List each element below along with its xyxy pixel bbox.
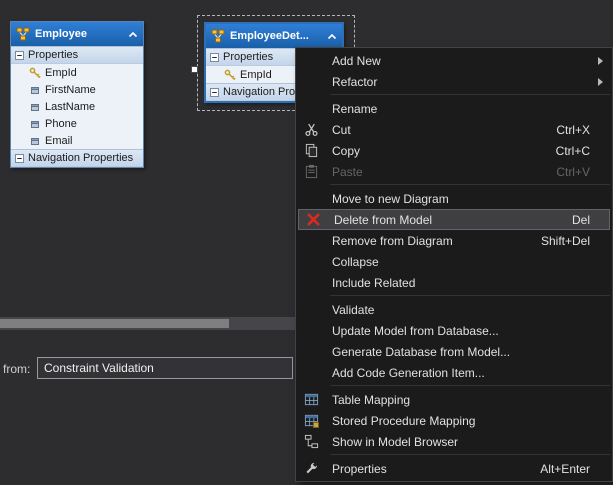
menu-item-table-mapping[interactable]: Table Mapping xyxy=(296,389,612,410)
section-row-properties[interactable]: Properties xyxy=(11,46,143,64)
menu-item-update-model-from-database[interactable]: Update Model from Database... xyxy=(296,320,612,341)
property-name: Phone xyxy=(45,118,77,130)
table-mapping-icon xyxy=(296,392,326,407)
menu-item-add-new[interactable]: Add New xyxy=(296,50,612,71)
collapse-minus-icon[interactable] xyxy=(15,51,24,60)
section-label: Properties xyxy=(223,51,273,63)
entity-type-icon xyxy=(16,27,30,41)
menu-separator xyxy=(330,454,610,455)
property-row-firstname[interactable]: FirstName xyxy=(11,81,143,98)
menu-item-generate-database-from-model[interactable]: Generate Database from Model... xyxy=(296,341,612,362)
copy-icon xyxy=(296,143,326,158)
menu-item-validate[interactable]: Validate xyxy=(296,299,612,320)
scrollbar-thumb[interactable] xyxy=(0,319,229,328)
selection-resize-handle[interactable] xyxy=(191,66,198,73)
menu-item-stored-procedure-mapping[interactable]: Stored Procedure Mapping xyxy=(296,410,612,431)
menu-item-include-related[interactable]: Include Related xyxy=(296,272,612,293)
menu-item-delete-from-model[interactable]: Delete from Model Del xyxy=(298,209,610,230)
stored-procedure-mapping-icon xyxy=(296,413,326,428)
property-row-phone[interactable]: Phone xyxy=(11,115,143,132)
entity-title: Employee xyxy=(35,28,123,40)
property-row-empid[interactable]: EmpId xyxy=(11,64,143,81)
section-row-navigation-properties[interactable]: Navigation Properties xyxy=(11,149,143,167)
menu-item-move-to-new-diagram[interactable]: Move to new Diagram xyxy=(296,188,612,209)
menu-item-properties[interactable]: Properties Alt+Enter xyxy=(296,458,612,479)
delete-red-x-icon xyxy=(298,212,328,227)
collapse-minus-icon[interactable] xyxy=(210,88,219,97)
menu-item-copy[interactable]: Copy Ctrl+C xyxy=(296,140,612,161)
property-icon xyxy=(29,135,41,147)
menu-item-remove-from-diagram[interactable]: Remove from Diagram Shift+Del xyxy=(296,230,612,251)
menu-separator xyxy=(330,385,610,386)
section-label: Navigation Properties xyxy=(28,152,133,164)
menu-separator xyxy=(330,295,610,296)
collapse-chevron-up-icon[interactable] xyxy=(327,33,337,40)
diagram-canvas[interactable]: Employee Properties EmpId FirstName Last… xyxy=(0,0,613,485)
paste-icon xyxy=(296,164,326,179)
constraint-validation-combobox[interactable]: Constraint Validation xyxy=(37,357,293,379)
from-label: from: xyxy=(3,362,30,376)
menu-item-cut[interactable]: Cut Ctrl+X xyxy=(296,119,612,140)
context-menu: Add New Refactor Rename Cut Ctrl+X Copy … xyxy=(295,47,613,482)
entity-employeedet-header[interactable]: EmployeeDet... xyxy=(206,24,342,48)
entity-employee-header[interactable]: Employee xyxy=(11,22,143,46)
menu-item-add-code-generation-item[interactable]: Add Code Generation Item... xyxy=(296,362,612,383)
collapse-minus-icon[interactable] xyxy=(210,53,219,62)
menu-item-refactor[interactable]: Refactor xyxy=(296,71,612,92)
menu-item-paste[interactable]: Paste Ctrl+V xyxy=(296,161,612,182)
model-browser-icon xyxy=(296,434,326,449)
property-name: Email xyxy=(45,135,73,147)
property-name: EmpId xyxy=(240,69,272,81)
property-icon xyxy=(29,84,41,96)
property-icon xyxy=(29,118,41,130)
menu-item-collapse[interactable]: Collapse xyxy=(296,251,612,272)
menu-separator xyxy=(330,184,610,185)
submenu-arrow-icon xyxy=(598,78,603,86)
combobox-value: Constraint Validation xyxy=(44,361,154,375)
key-icon xyxy=(224,69,236,81)
property-icon xyxy=(29,101,41,113)
menu-item-rename[interactable]: Rename xyxy=(296,98,612,119)
entity-title: EmployeeDet... xyxy=(230,30,322,42)
wrench-icon xyxy=(296,461,326,476)
property-name: EmpId xyxy=(45,67,77,79)
scissors-icon xyxy=(296,122,326,137)
property-name: FirstName xyxy=(45,84,96,96)
submenu-arrow-icon xyxy=(598,57,603,65)
key-icon xyxy=(29,67,41,79)
collapse-minus-icon[interactable] xyxy=(15,154,24,163)
collapse-chevron-up-icon[interactable] xyxy=(128,31,138,38)
entity-employee[interactable]: Employee Properties EmpId FirstName Last… xyxy=(10,21,144,168)
section-label: Properties xyxy=(28,49,78,61)
property-row-lastname[interactable]: LastName xyxy=(11,98,143,115)
menu-item-show-in-model-browser[interactable]: Show in Model Browser xyxy=(296,431,612,452)
menu-separator xyxy=(330,94,610,95)
property-name: LastName xyxy=(45,101,95,113)
entity-type-icon xyxy=(211,29,225,43)
property-row-email[interactable]: Email xyxy=(11,132,143,149)
